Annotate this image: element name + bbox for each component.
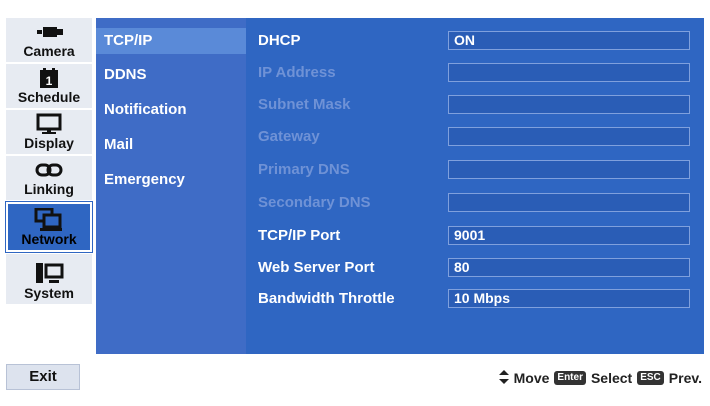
sidebar-item-system[interactable]: System xyxy=(6,254,92,306)
sidebar-item-label: Network xyxy=(21,231,77,247)
tcpip-settings-panel: DHCP ON IP Address Subnet Mask Gateway P… xyxy=(246,18,704,354)
web-server-port-label: Web Server Port xyxy=(258,259,375,276)
sidebar-item-label: Schedule xyxy=(17,89,81,105)
bandwidth-throttle-label: Bandwidth Throttle xyxy=(258,290,395,307)
footer-bar: Exit Move Enter Select ESC Prev. xyxy=(6,362,706,392)
updown-arrow-icon xyxy=(498,369,509,387)
tcpip-port-label: TCP/IP Port xyxy=(258,227,341,244)
key-hints: Move Enter Select ESC Prev. xyxy=(498,368,702,388)
sidebar-item-camera[interactable]: Camera xyxy=(6,18,92,64)
tcpip-port-field[interactable]: 9001 xyxy=(448,226,690,245)
sidebar-item-schedule[interactable]: 1 Schedule xyxy=(6,64,92,110)
sidebar-item-label: System xyxy=(24,285,74,301)
link-icon xyxy=(6,159,92,181)
svg-text:1: 1 xyxy=(46,74,53,88)
bandwidth-throttle-field[interactable]: 10 Mbps xyxy=(448,289,690,308)
computer-icon xyxy=(6,262,92,284)
primary-dns-label: Primary DNS xyxy=(258,161,350,178)
dhcp-field[interactable]: ON xyxy=(448,31,690,50)
sidebar-item-linking[interactable]: Linking xyxy=(6,156,92,202)
ip-address-label: IP Address xyxy=(258,64,336,81)
submenu-item-notification[interactable]: Notification xyxy=(96,97,246,123)
enter-key-badge: Enter xyxy=(554,371,586,385)
submenu-item-emergency[interactable]: Emergency xyxy=(96,167,246,193)
secondary-dns-field[interactable] xyxy=(448,193,690,212)
subnet-mask-field[interactable] xyxy=(448,95,690,114)
secondary-dns-label: Secondary DNS xyxy=(258,194,371,211)
prev-hint-label: Prev. xyxy=(668,370,702,386)
monitor-icon xyxy=(6,113,92,135)
sidebar-item-network[interactable]: Network xyxy=(5,201,93,253)
submenu-item-ddns[interactable]: DDNS xyxy=(96,62,246,88)
sidebar-item-display[interactable]: Display xyxy=(6,110,92,156)
submenu-item-tcpip[interactable]: TCP/IP xyxy=(96,28,246,54)
category-sidebar: Camera 1 Schedule Display Linking Networ… xyxy=(5,18,93,354)
esc-key-badge: ESC xyxy=(637,371,664,385)
select-hint-label: Select xyxy=(590,370,633,386)
primary-dns-field[interactable] xyxy=(448,160,690,179)
sidebar-item-label: Linking xyxy=(24,181,74,197)
exit-button[interactable]: Exit xyxy=(6,364,80,390)
dhcp-label: DHCP xyxy=(258,32,301,49)
gateway-field[interactable] xyxy=(448,127,690,146)
camera-icon xyxy=(6,21,92,43)
ip-address-field[interactable] xyxy=(448,63,690,82)
subnet-mask-label: Subnet Mask xyxy=(258,96,351,113)
move-hint-label: Move xyxy=(513,370,550,386)
network-submenu: TCP/IP DDNS Notification Mail Emergency xyxy=(96,18,246,354)
web-server-port-field[interactable]: 80 xyxy=(448,258,690,277)
sidebar-item-label: Display xyxy=(24,135,74,151)
gateway-label: Gateway xyxy=(258,128,320,145)
calendar-icon: 1 xyxy=(6,67,92,89)
sidebar-item-label: Camera xyxy=(23,43,75,59)
network-icon xyxy=(8,208,90,231)
submenu-item-mail[interactable]: Mail xyxy=(96,132,246,158)
